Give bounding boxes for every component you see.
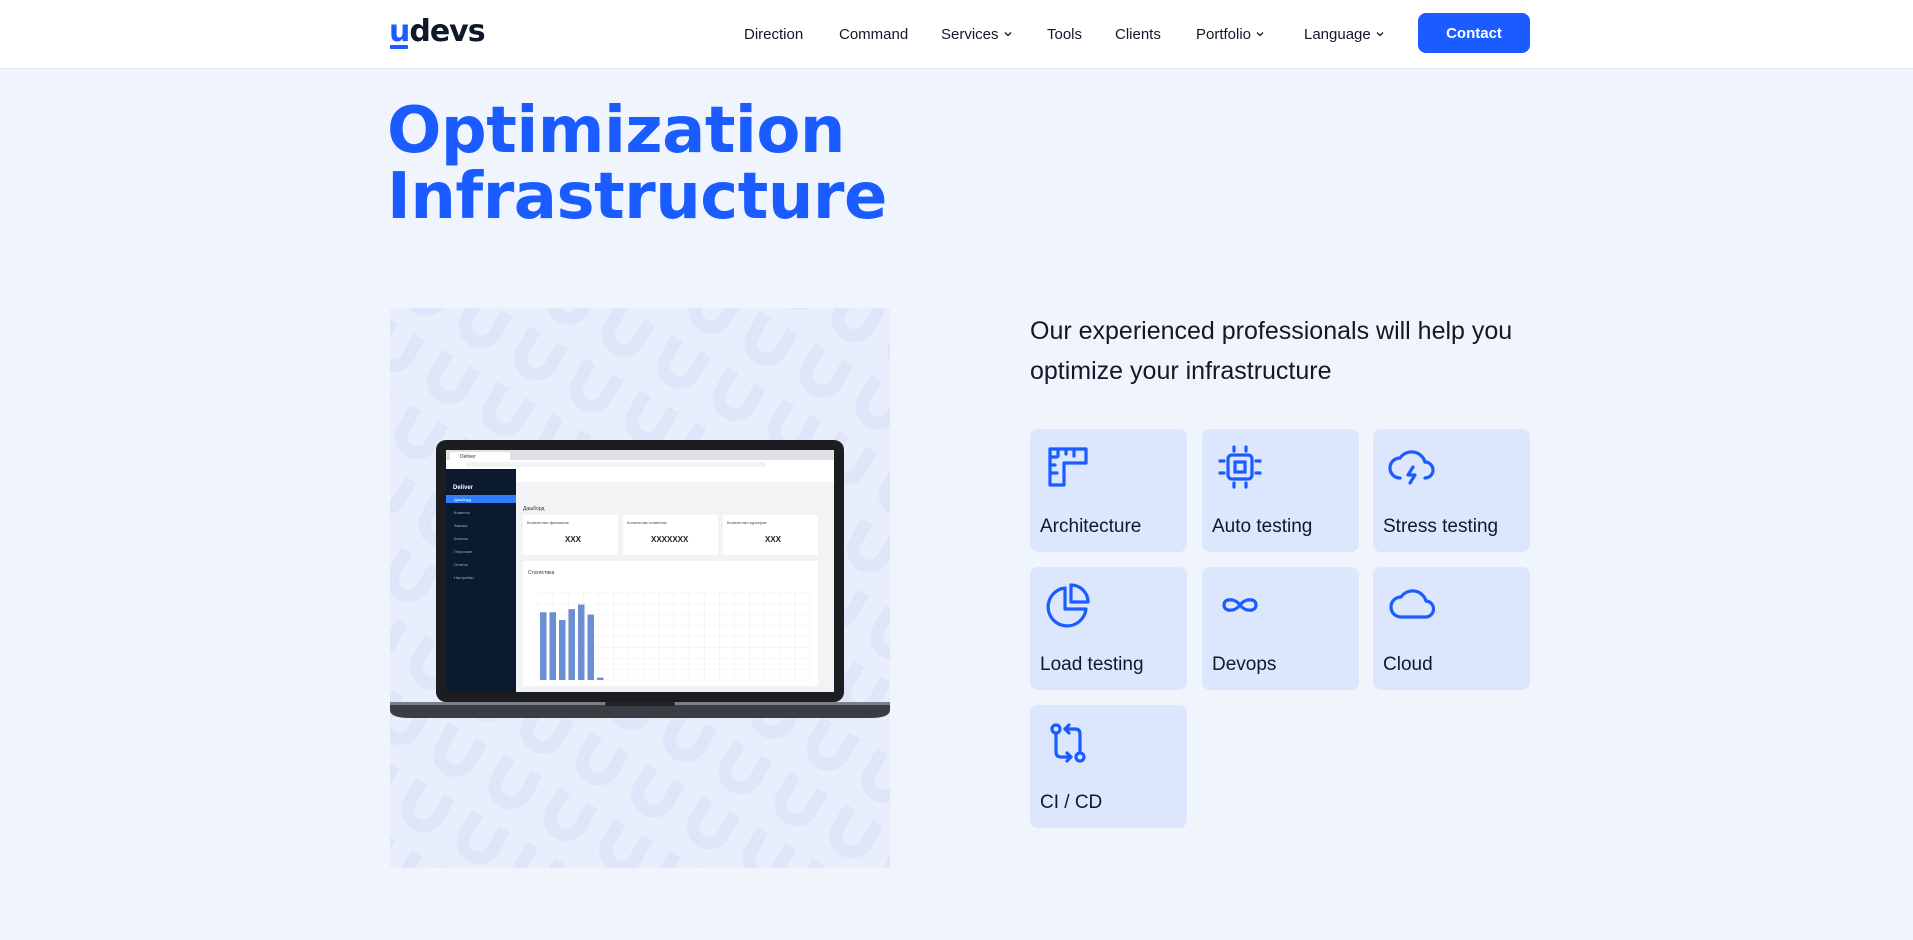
service-label: Auto testing	[1212, 516, 1313, 537]
chip-icon	[1218, 445, 1262, 489]
dashboard-heading: Дашборд	[523, 506, 544, 512]
sidebar-item: Заказы	[454, 523, 467, 528]
service-card-stress-testing[interactable]: Stress testing	[1373, 429, 1530, 552]
chart-title: Статистика	[528, 570, 554, 576]
mini-chart-bar	[578, 604, 585, 680]
page-title-line-1: Optimization	[387, 94, 845, 168]
lede-text: Our experienced professionals will help …	[1030, 317, 1513, 385]
sidebar-item: Персонал	[454, 549, 473, 554]
mini-chart-bar	[549, 612, 556, 680]
udevs-logo[interactable]: udevs	[389, 14, 486, 50]
service-card-architecture[interactable]: Architecture	[1030, 429, 1187, 552]
nav-label: Portfolio	[1196, 25, 1252, 43]
mini-chart-bar	[559, 619, 566, 680]
service-label: CI / CD	[1040, 792, 1103, 813]
nav-direction[interactable]: Direction	[744, 24, 803, 44]
nav-label: Language	[1304, 25, 1371, 43]
page-title-line-2: Infrastructure	[387, 160, 887, 234]
service-label: Architecture	[1040, 516, 1142, 537]
chevron-down-icon	[1256, 32, 1264, 37]
stat-value: XXX	[565, 535, 582, 544]
sidebar-item: Настройки	[454, 575, 474, 580]
stat-value: XXXXXXX	[651, 535, 689, 544]
logo-letter-u: u	[389, 14, 410, 49]
git-compare-icon	[1050, 723, 1086, 763]
nav-clients[interactable]: Clients	[1115, 24, 1161, 44]
nav-tools[interactable]: Tools	[1047, 24, 1082, 44]
nav-command[interactable]: Command	[839, 24, 908, 44]
nav-label: Command	[839, 25, 909, 43]
mini-chart-bar	[568, 609, 575, 680]
service-label: Devops	[1212, 654, 1277, 675]
mini-chart-bar	[587, 614, 594, 680]
cloud-icon	[1389, 589, 1435, 619]
mini-bar-chart	[540, 604, 604, 680]
sidebar-item: Клиенты	[454, 510, 470, 515]
laptop-illustration: Deliver Deliver Дашборд Клиенты Заказы К…	[390, 308, 890, 868]
infinity-icon	[1222, 598, 1258, 612]
nav-label: Direction	[744, 25, 804, 43]
cloud-lightning-icon	[1388, 450, 1435, 485]
chevron-down-icon	[1376, 32, 1384, 37]
stat-label: Количество клиентов	[627, 520, 667, 525]
pie-chart-icon	[1046, 583, 1090, 628]
nav-language[interactable]: Language	[1304, 24, 1384, 44]
service-label: Stress testing	[1383, 516, 1499, 537]
nav-label: Services	[941, 25, 999, 43]
service-card-ci-cd[interactable]: CI / CD	[1030, 705, 1187, 828]
service-card-load-testing[interactable]: Load testing	[1030, 567, 1187, 690]
nav-services[interactable]: Services	[941, 24, 1012, 44]
nav-label: Tools	[1047, 25, 1083, 43]
app-name: Deliver	[453, 485, 474, 491]
service-card-auto-testing[interactable]: Auto testing	[1202, 429, 1359, 552]
chevron-down-icon	[1004, 32, 1011, 37]
browser-tab-label: Deliver	[460, 454, 476, 460]
mini-chart-bar	[540, 612, 547, 680]
contact-button[interactable]: Contact	[1418, 13, 1530, 53]
service-label: Cloud	[1383, 654, 1433, 675]
sidebar-item-dashboard: Дашборд	[454, 497, 472, 502]
logo-text: devs	[409, 14, 485, 49]
sidebar-item: Каталог	[454, 536, 469, 541]
logo-pattern-background: Deliver Deliver Дашборд Клиенты Заказы К…	[390, 308, 890, 868]
service-card-cloud[interactable]: Cloud	[1373, 567, 1530, 690]
sidebar-item: Отчеты	[454, 562, 468, 567]
mini-chart-bar	[597, 677, 604, 680]
nav-label: Clients	[1115, 25, 1161, 43]
ruler-icon	[1048, 447, 1088, 487]
stat-label: Количество филиалов	[527, 520, 569, 525]
nav-portfolio[interactable]: Portfolio	[1196, 24, 1264, 44]
stat-value: XXX	[765, 535, 782, 544]
site-header: udevs Direction Command Services Tools C…	[0, 0, 1913, 69]
service-label: Load testing	[1040, 654, 1144, 675]
stat-label: Количество курьеров	[727, 520, 766, 525]
page-title: Optimization Infrastructure	[387, 98, 1087, 230]
service-card-devops[interactable]: Devops	[1202, 567, 1359, 690]
